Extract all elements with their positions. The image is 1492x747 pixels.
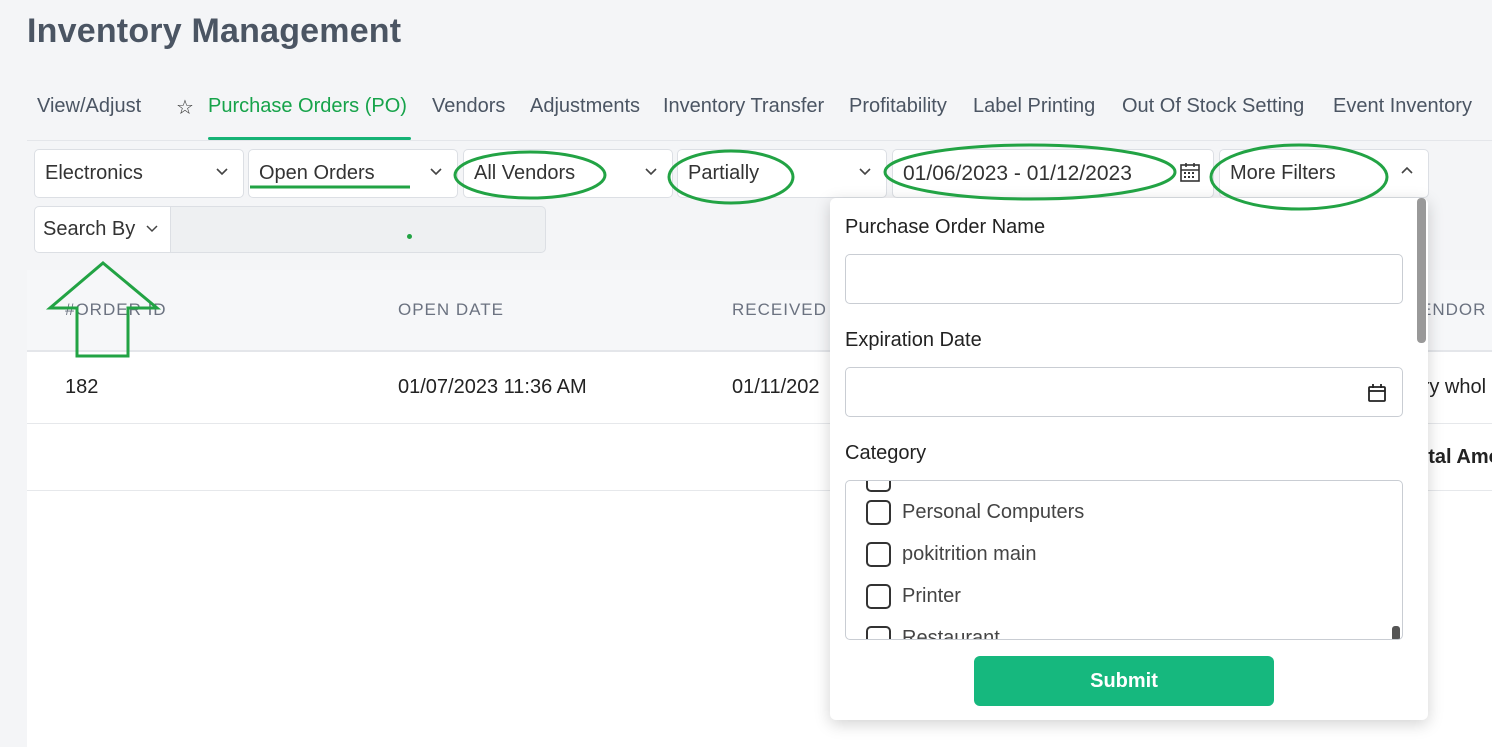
category-scrollbar[interactable] (1392, 626, 1400, 639)
submit-button[interactable]: Submit (974, 656, 1274, 706)
annotation-dot (407, 234, 412, 239)
tab-view-adjust[interactable]: View/Adjust (37, 95, 141, 118)
checkbox[interactable] (866, 500, 891, 525)
order-id-cell: 182 (65, 376, 99, 398)
column-header-order-id[interactable]: #ORDER ID (65, 300, 167, 320)
chevron-down-icon (859, 168, 871, 176)
vendor-select[interactable]: All Vendors (463, 149, 673, 198)
category-label: Category (845, 442, 927, 464)
category-option-label: Personal Computers (902, 501, 1085, 523)
tab-event-inventory[interactable]: Event Inventory (1333, 95, 1472, 118)
checkbox[interactable] (866, 584, 891, 609)
chevron-down-icon (216, 168, 228, 176)
chevron-down-icon (146, 225, 158, 233)
more-filters-label: More Filters (1230, 162, 1336, 184)
tab-label-printing[interactable]: Label Printing (973, 95, 1095, 118)
category-list[interactable]: Personal Computers pokitrition main Prin… (845, 480, 1403, 640)
tab-inventory-transfer[interactable]: Inventory Transfer (663, 95, 824, 118)
category-select[interactable]: Electronics (34, 149, 244, 198)
category-option-label: Restaurant (902, 627, 1000, 640)
panel-scrollbar[interactable] (1417, 198, 1426, 343)
search-by-label: Search By (43, 218, 136, 240)
list-item[interactable] (866, 481, 902, 492)
category-option-label: Printer (902, 585, 961, 607)
tab-vendors[interactable]: Vendors (432, 95, 505, 118)
tab-bar: View/Adjust ☆ Purchase Orders (PO) Vendo… (27, 85, 1492, 141)
open-date-cell: 01/07/2023 11:36 AM (398, 376, 587, 398)
more-filters-panel: Purchase Order Name Expiration Date Cate… (830, 198, 1428, 720)
tab-out-of-stock-setting[interactable]: Out Of Stock Setting (1122, 95, 1304, 118)
column-header-vendor[interactable]: ENDOR (1420, 300, 1486, 320)
chevron-down-icon (430, 168, 442, 176)
list-item[interactable]: Printer (866, 584, 961, 609)
list-item[interactable]: Restaurant (866, 626, 1000, 640)
chevron-up-icon (1401, 166, 1413, 174)
column-header-open-date[interactable]: OPEN DATE (398, 300, 504, 320)
checkbox[interactable] (866, 481, 891, 492)
list-item[interactable]: Personal Computers (866, 500, 1084, 525)
search-by-select[interactable]: Search By (34, 206, 171, 253)
list-item[interactable]: pokitrition main (866, 542, 1037, 567)
page-title: Inventory Management (27, 12, 402, 50)
search-input[interactable] (171, 206, 546, 253)
expiration-date-label: Expiration Date (845, 329, 982, 351)
calendar-icon (1180, 163, 1200, 182)
tab-purchase-orders[interactable]: Purchase Orders (PO) (208, 95, 407, 118)
vendor-select-value: All Vendors (474, 162, 576, 184)
category-select-value: Electronics (45, 162, 143, 184)
expiration-date-input[interactable] (845, 367, 1403, 417)
checkbox[interactable] (866, 542, 891, 567)
checkbox[interactable] (866, 626, 891, 639)
star-icon[interactable]: ☆ (176, 95, 194, 120)
order-status-select-value: Open Orders (259, 162, 375, 184)
received-date-cell: 01/11/202 (732, 376, 820, 398)
category-option-label: pokitrition main (902, 543, 1037, 565)
tab-profitability[interactable]: Profitability (849, 95, 947, 118)
po-name-label: Purchase Order Name (845, 216, 1046, 238)
tab-adjustments[interactable]: Adjustments (530, 95, 640, 118)
chevron-down-icon (645, 168, 657, 176)
order-status-select[interactable]: Open Orders (248, 149, 458, 198)
active-tab-indicator (208, 137, 411, 140)
receive-status-select[interactable]: Partially (677, 149, 887, 198)
date-range-value: 01/06/2023 - 01/12/2023 (903, 161, 1132, 185)
date-range-picker[interactable]: 01/06/2023 - 01/12/2023 (892, 149, 1214, 198)
receive-status-select-value: Partially (688, 162, 760, 184)
column-header-received-date[interactable]: RECEIVED D (732, 300, 846, 320)
po-name-input[interactable] (845, 254, 1403, 304)
more-filters-toggle[interactable]: More Filters (1219, 149, 1429, 198)
calendar-icon[interactable] (1366, 382, 1388, 404)
